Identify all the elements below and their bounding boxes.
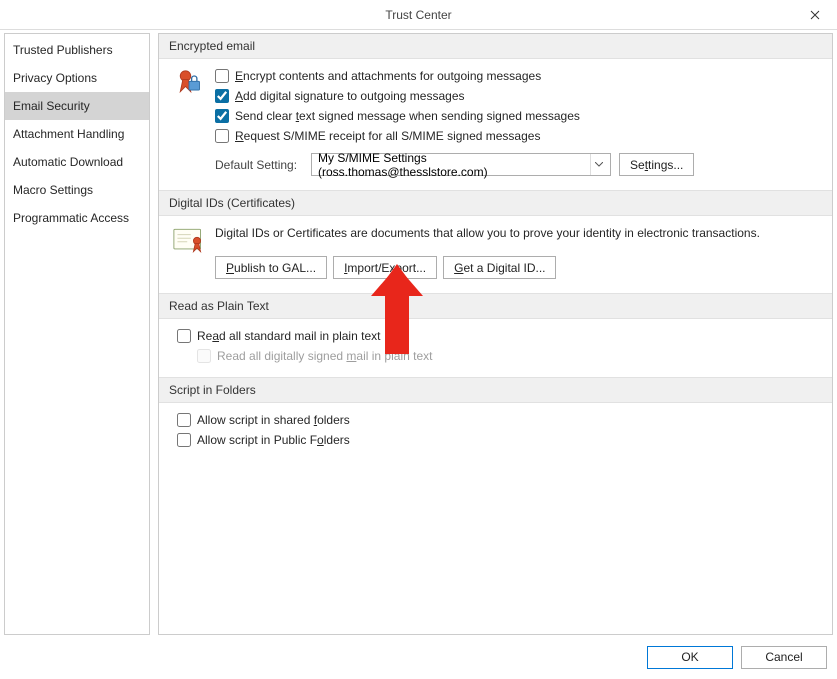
chevron-down-icon — [590, 154, 606, 175]
sidebar-item-email-security[interactable]: Email Security — [5, 92, 149, 120]
publish-to-gal-button[interactable]: Publish to GAL... — [215, 256, 327, 279]
content-panel: Encrypted email Encrypt contents and att… — [158, 33, 833, 635]
window-title: Trust Center — [385, 8, 451, 22]
sidebar-item-attachment-handling[interactable]: Attachment Handling — [5, 120, 149, 148]
titlebar: Trust Center — [0, 0, 837, 30]
close-icon — [810, 10, 820, 20]
sidebar-item-macro-settings[interactable]: Macro Settings — [5, 176, 149, 204]
section-body-plaintext: Read all standard mail in plain text Rea… — [159, 319, 832, 377]
ribbon-lock-icon — [173, 69, 205, 97]
section-body-digital-ids: Digital IDs or Certificates are document… — [159, 216, 832, 293]
section-body-script: Allow script in shared folders Allow scr… — [159, 403, 832, 461]
checkbox-read-plain[interactable] — [177, 329, 191, 343]
sidebar-item-label: Email Security — [13, 99, 90, 113]
checkbox-encrypt[interactable] — [215, 69, 229, 83]
label-read-plain: Read all standard mail in plain text — [197, 329, 380, 343]
dropdown-value: My S/MIME Settings (ross.thomas@thesslst… — [318, 151, 590, 179]
sidebar-item-label: Macro Settings — [13, 183, 93, 197]
dialog-footer: OK Cancel — [0, 635, 837, 679]
cancel-button[interactable]: Cancel — [741, 646, 827, 669]
label-encrypt: Encrypt contents and attachments for out… — [235, 69, 541, 83]
sidebar-item-label: Programmatic Access — [13, 211, 129, 225]
checkbox-script-shared[interactable] — [177, 413, 191, 427]
section-header-encrypted: Encrypted email — [159, 34, 832, 59]
import-export-button[interactable]: Import/Export... — [333, 256, 437, 279]
label-receipt: Request S/MIME receipt for all S/MIME si… — [235, 129, 540, 143]
checkbox-sign[interactable] — [215, 89, 229, 103]
section-body-encrypted: Encrypt contents and attachments for out… — [159, 59, 832, 190]
label-read-signed-plain: Read all digitally signed mail in plain … — [217, 349, 432, 363]
section-header-plaintext: Read as Plain Text — [159, 293, 832, 319]
sidebar-item-privacy-options[interactable]: Privacy Options — [5, 64, 149, 92]
checkbox-receipt[interactable] — [215, 129, 229, 143]
sidebar-item-programmatic-access[interactable]: Programmatic Access — [5, 204, 149, 232]
ok-button[interactable]: OK — [647, 646, 733, 669]
settings-button[interactable]: Settings... — [619, 153, 694, 176]
default-setting-label: Default Setting: — [215, 158, 303, 172]
checkbox-cleartext[interactable] — [215, 109, 229, 123]
close-button[interactable] — [792, 0, 837, 30]
section-header-script: Script in Folders — [159, 377, 832, 403]
label-script-public: Allow script in Public Folders — [197, 433, 350, 447]
checkbox-script-public[interactable] — [177, 433, 191, 447]
sidebar: Trusted Publishers Privacy Options Email… — [4, 33, 150, 635]
label-cleartext: Send clear text signed message when send… — [235, 109, 580, 123]
sidebar-item-trusted-publishers[interactable]: Trusted Publishers — [5, 36, 149, 64]
default-setting-dropdown[interactable]: My S/MIME Settings (ross.thomas@thesslst… — [311, 153, 611, 176]
section-header-digital-ids: Digital IDs (Certificates) — [159, 190, 832, 216]
sidebar-item-label: Attachment Handling — [13, 127, 124, 141]
label-sign: Add digital signature to outgoing messag… — [235, 89, 465, 103]
label-script-shared: Allow script in shared folders — [197, 413, 350, 427]
certificate-icon — [173, 226, 205, 254]
get-digital-id-button[interactable]: Get a Digital ID... — [443, 256, 556, 279]
sidebar-item-label: Automatic Download — [13, 155, 123, 169]
sidebar-item-label: Trusted Publishers — [13, 43, 113, 57]
sidebar-item-automatic-download[interactable]: Automatic Download — [5, 148, 149, 176]
digital-id-description: Digital IDs or Certificates are document… — [215, 226, 818, 240]
sidebar-item-label: Privacy Options — [13, 71, 97, 85]
dialog-body: Trusted Publishers Privacy Options Email… — [0, 30, 837, 635]
checkbox-read-signed-plain — [197, 349, 211, 363]
